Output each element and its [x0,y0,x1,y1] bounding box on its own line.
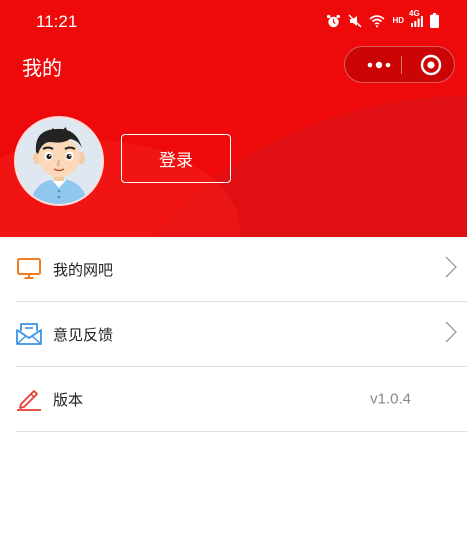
more-button[interactable] [359,47,399,82]
signal-label: 4G [409,8,420,18]
list-item-version: 版本 v1.0.4 [16,367,467,432]
envelope-icon [16,321,42,347]
target-close-icon [420,54,442,75]
avatar[interactable] [16,118,102,204]
login-button[interactable]: 登录 [121,134,231,183]
profile-header: 11:21 HD 4G 我的 登录 [0,0,467,237]
signal-icon: 4G [409,9,423,28]
page-title: 我的 [22,56,62,80]
list-item-label: 我的网吧 [53,260,114,279]
mute-icon [348,13,362,28]
wifi-icon [369,14,385,28]
alarm-icon [326,14,341,28]
status-icons: HD 4G [326,9,439,28]
status-time: 11:21 [36,12,78,31]
menu-list: 我的网吧 意见反馈 版本 v1.0.4 [16,237,467,432]
more-dots-icon [367,61,391,68]
close-button[interactable] [413,47,449,82]
network-label: HD [392,16,404,25]
chevron-right-icon [445,321,457,347]
mini-program-capsule [344,46,455,83]
pencil-icon [16,386,42,412]
list-item-my-netbar[interactable]: 我的网吧 [16,237,467,302]
version-value: v1.0.4 [370,390,411,408]
capsule-divider [401,56,402,74]
list-item-label: 版本 [53,390,84,409]
list-item-label: 意见反馈 [53,325,114,344]
list-item-feedback[interactable]: 意见反馈 [16,302,467,367]
chevron-right-icon [445,256,457,282]
monitor-icon [16,256,42,282]
battery-icon [430,13,439,28]
cartoon-boy-avatar-icon [16,118,102,204]
